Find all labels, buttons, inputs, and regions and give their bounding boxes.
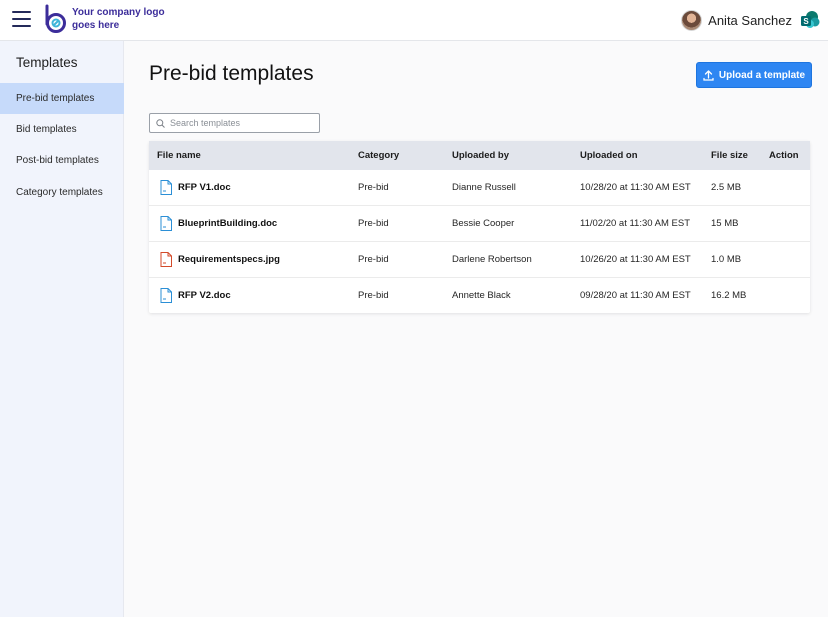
sidebar: Templates Pre-bid templates Bid template… bbox=[0, 41, 124, 617]
file-name-link[interactable]: RFP V2.doc bbox=[178, 278, 231, 314]
file-size-cell: 15 MB bbox=[711, 218, 739, 229]
uploaded-by-cell: Bessie Cooper bbox=[452, 218, 515, 229]
column-header-uploaded-by[interactable]: Uploaded by bbox=[452, 141, 509, 170]
doc-file-icon bbox=[160, 180, 172, 195]
column-header-file-size[interactable]: File size bbox=[711, 141, 748, 170]
sidebar-title: Templates bbox=[16, 55, 78, 70]
table-row[interactable]: Requirementspecs.jpg Pre-bid Darlene Rob… bbox=[149, 242, 810, 278]
category-cell: Pre-bid bbox=[358, 254, 389, 265]
upload-template-label: Upload a template bbox=[718, 69, 806, 81]
category-cell: Pre-bid bbox=[358, 218, 389, 229]
upload-icon bbox=[703, 69, 714, 81]
doc-file-icon bbox=[160, 216, 172, 231]
file-name-link[interactable]: RFP V1.doc bbox=[178, 170, 231, 206]
uploaded-on-cell: 11/02/20 at 11:30 AM EST bbox=[580, 218, 691, 229]
file-size-cell: 2.5 MB bbox=[711, 182, 742, 193]
uploaded-by-cell: Darlene Robertson bbox=[452, 254, 532, 265]
category-cell: Pre-bid bbox=[358, 290, 389, 301]
menu-icon[interactable] bbox=[12, 11, 31, 27]
upload-template-button[interactable]: Upload a template bbox=[696, 62, 812, 88]
table-row[interactable]: RFP V1.doc Pre-bid Dianne Russell 10/28/… bbox=[149, 170, 810, 206]
company-logo-icon bbox=[45, 4, 66, 33]
sidebar-item-bid-templates[interactable]: Bid templates bbox=[0, 114, 124, 145]
file-name-link[interactable]: Requirementspecs.jpg bbox=[178, 242, 280, 278]
user-name: Anita Sanchez bbox=[708, 12, 792, 28]
sidebar-item-pre-bid-templates[interactable]: Pre-bid templates bbox=[0, 83, 124, 114]
table-row[interactable]: BlueprintBuilding.doc Pre-bid Bessie Coo… bbox=[149, 206, 810, 242]
column-header-action: Action bbox=[769, 150, 799, 161]
file-size-cell: 1.0 MB bbox=[711, 254, 742, 265]
search-icon bbox=[156, 118, 165, 128]
table-header: File name Category Uploaded by Uploaded … bbox=[149, 141, 810, 170]
image-file-icon bbox=[160, 252, 172, 267]
search-input[interactable] bbox=[170, 118, 310, 128]
top-bar: Your company logo goes here Anita Sanche… bbox=[0, 0, 828, 41]
uploaded-on-cell: 09/28/20 at 11:30 AM EST bbox=[580, 290, 691, 301]
user-area[interactable]: Anita Sanchez S bbox=[681, 8, 820, 32]
column-header-category[interactable]: Category bbox=[358, 141, 399, 170]
avatar[interactable] bbox=[681, 9, 703, 31]
uploaded-on-cell: 10/26/20 at 11:30 AM EST bbox=[580, 254, 691, 265]
column-header-file-name[interactable]: File name bbox=[157, 141, 201, 170]
sidebar-item-post-bid-templates[interactable]: Post-bid templates bbox=[0, 145, 124, 176]
page-title: Pre-bid templates bbox=[149, 62, 314, 85]
column-header-uploaded-on[interactable]: Uploaded on bbox=[580, 141, 638, 170]
doc-file-icon bbox=[160, 288, 172, 303]
file-name-link[interactable]: BlueprintBuilding.doc bbox=[178, 206, 277, 242]
uploaded-by-cell: Annette Black bbox=[452, 290, 511, 301]
uploaded-on-cell: 10/28/20 at 11:30 AM EST bbox=[580, 182, 691, 193]
search-box[interactable] bbox=[149, 113, 320, 133]
uploaded-by-cell: Dianne Russell bbox=[452, 182, 516, 193]
logo-text: Your company logo goes here bbox=[72, 7, 165, 31]
sidebar-item-category-templates[interactable]: Category templates bbox=[0, 177, 124, 208]
templates-table: File name Category Uploaded by Uploaded … bbox=[149, 141, 810, 313]
svg-text:S: S bbox=[803, 17, 809, 26]
category-cell: Pre-bid bbox=[358, 182, 389, 193]
file-size-cell: 16.2 MB bbox=[711, 290, 747, 301]
sharepoint-icon[interactable]: S bbox=[800, 10, 820, 30]
table-row[interactable]: RFP V2.doc Pre-bid Annette Black 09/28/2… bbox=[149, 278, 810, 314]
